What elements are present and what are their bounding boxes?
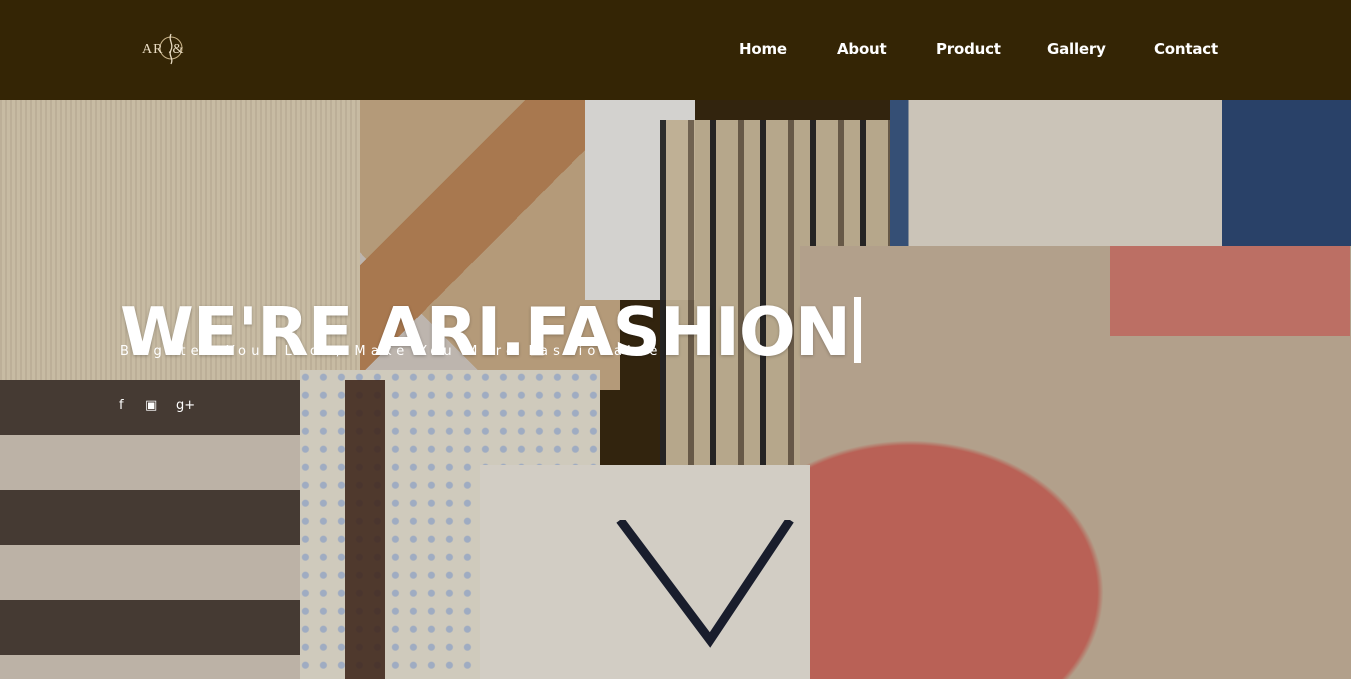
facebook-icon[interactable]: f [119,398,124,413]
collage-dark-overlay [0,100,1351,679]
instagram-icon[interactable]: ▣ [145,398,157,413]
brand-logo[interactable]: AR .& [138,28,208,70]
hero-title: WE'RE ARI.FASHION [120,293,861,371]
nav-contact[interactable]: Contact [1154,40,1218,58]
typing-caret [853,296,861,363]
hero-banner: WE'RE ARI.FASHION Brighten Your Look, Ma… [0,100,1351,679]
google-plus-icon[interactable]: g+ [176,398,195,413]
nav-home[interactable]: Home [739,40,787,58]
nav-product[interactable]: Product [936,40,1001,58]
hero-subtitle: Brighten Your Look, Make You More Fashio… [120,344,663,359]
hero-title-text: WE'RE ARI.FASHION [120,292,851,371]
nav-about[interactable]: About [837,40,887,58]
nav-gallery[interactable]: Gallery [1047,40,1106,58]
top-navbar: AR .& Home About Product Gallery Contact [0,0,1351,100]
logo-text: AR .& [142,42,185,57]
